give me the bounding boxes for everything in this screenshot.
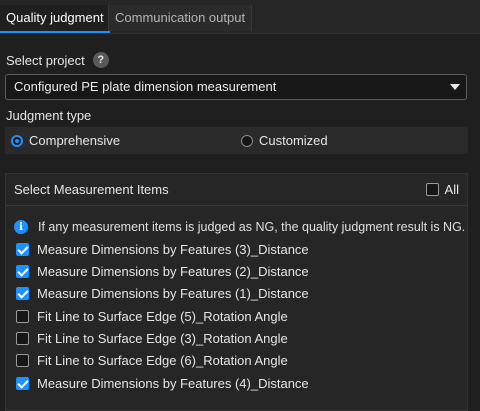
measurement-items-title: Select Measurement Items [14,182,169,197]
radio-unselected-icon [241,134,253,147]
radio-selected-icon [11,134,23,147]
tab-communication-output[interactable]: Communication output [108,5,253,31]
radio-customized[interactable]: Customized [241,127,328,154]
select-project-row: Select project ? [6,52,109,68]
info-notice: i If any measurement items is judged as … [14,220,465,234]
project-select[interactable]: Configured PE plate dimension measuremen… [5,74,467,100]
checkbox-icon [425,183,439,196]
measurement-item-label: Measure Dimensions by Features (1)_Dista… [37,286,309,302]
measurement-item[interactable]: Fit Line to Surface Edge (6)_Rotation An… [16,350,309,372]
radio-customized-label: Customized [259,133,328,148]
info-text: If any measurement items is judged as NG… [38,220,466,234]
radio-comprehensive[interactable]: Comprehensive [11,127,120,154]
chevron-down-icon [450,84,460,90]
info-icon: i [14,220,28,234]
checkbox-icon [16,331,29,345]
tab-bar: Quality judgment Communication output [0,0,480,34]
checkbox-checked-icon [16,264,29,278]
help-icon[interactable]: ? [92,52,109,68]
select-project-label: Select project [6,52,85,68]
measurement-item-label: Measure Dimensions by Features (2)_Dista… [37,263,309,279]
measurement-item[interactable]: Measure Dimensions by Features (3)_Dista… [16,238,309,260]
select-all-label: All [444,182,459,197]
measurement-items-panel: Select Measurement Items All i If any me… [5,173,468,411]
checkbox-checked-icon [16,376,29,390]
judgment-type-panel: Comprehensive Customized [5,127,468,154]
measurement-items-header: Select Measurement Items All [6,174,467,206]
measurement-item-label: Measure Dimensions by Features (3)_Dista… [37,241,309,257]
tab-quality-judgment[interactable]: Quality judgment [0,5,110,33]
measurement-item[interactable]: Measure Dimensions by Features (1)_Dista… [16,283,309,305]
checkbox-icon [16,309,29,323]
measurement-item-label: Fit Line to Surface Edge (3)_Rotation An… [37,330,288,346]
judgment-type-row: Judgment type [6,108,91,123]
measurement-item-list: Measure Dimensions by Features (3)_Dista… [16,238,309,394]
checkbox-icon [16,354,29,368]
measurement-item-label: Fit Line to Surface Edge (6)_Rotation An… [37,353,288,369]
measurement-item[interactable]: Measure Dimensions by Features (4)_Dista… [16,372,309,394]
checkbox-checked-icon [16,287,29,301]
measurement-item[interactable]: Measure Dimensions by Features (2)_Dista… [16,260,309,282]
project-select-value: Configured PE plate dimension measuremen… [14,79,277,94]
measurement-item-label: Fit Line to Surface Edge (5)_Rotation An… [37,308,288,324]
judgment-type-label: Judgment type [6,108,92,123]
radio-comprehensive-label: Comprehensive [29,133,121,148]
measurement-item-label: Measure Dimensions by Features (4)_Dista… [37,375,309,391]
measurement-item[interactable]: Fit Line to Surface Edge (5)_Rotation An… [16,305,309,327]
checkbox-checked-icon [16,242,29,256]
measurement-item[interactable]: Fit Line to Surface Edge (3)_Rotation An… [16,327,309,349]
select-all-checkbox[interactable]: All [425,182,459,197]
